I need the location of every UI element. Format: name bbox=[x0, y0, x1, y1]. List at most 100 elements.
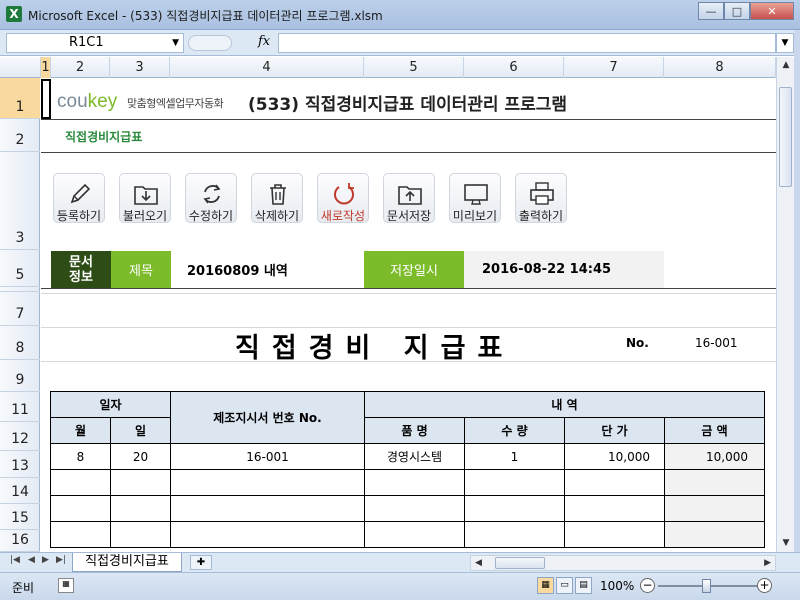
column-header[interactable]: 6 bbox=[464, 57, 564, 78]
row-header[interactable]: 14 bbox=[0, 478, 40, 504]
page-break-view-icon[interactable]: ▤ bbox=[575, 577, 592, 594]
vertical-scroll-thumb[interactable] bbox=[779, 87, 792, 187]
row-header[interactable]: 15 bbox=[0, 504, 40, 530]
empty-cell[interactable] bbox=[110, 495, 171, 522]
chevron-down-icon[interactable]: ▼ bbox=[172, 34, 179, 52]
column-header[interactable]: 1 bbox=[41, 57, 51, 78]
column-header[interactable]: 4 bbox=[170, 57, 364, 78]
close-button[interactable]: ✕ bbox=[750, 2, 794, 20]
zoom-level[interactable]: 100% bbox=[600, 579, 634, 593]
insert-function-icon[interactable]: fx bbox=[258, 34, 270, 49]
row-header[interactable]: 3 bbox=[0, 152, 40, 250]
first-sheet-icon[interactable]: |◀ bbox=[10, 555, 20, 565]
cell-amount[interactable]: 10,000 bbox=[664, 443, 765, 470]
row-header[interactable]: 13 bbox=[0, 451, 40, 478]
name-box[interactable]: R1C1 ▼ bbox=[6, 33, 184, 53]
vertical-scrollbar[interactable]: ▲ ▼ bbox=[776, 57, 794, 552]
header-detail: 내 역 bbox=[364, 391, 765, 418]
horizontal-scrollbar[interactable]: ◀ ▶ bbox=[470, 555, 776, 571]
folder-download-icon bbox=[134, 186, 158, 205]
row-header[interactable]: 11 bbox=[0, 392, 40, 422]
empty-cell[interactable] bbox=[364, 521, 465, 548]
empty-cell[interactable] bbox=[464, 469, 565, 496]
column-header[interactable]: 8 bbox=[664, 57, 776, 78]
scroll-right-icon[interactable]: ▶ bbox=[764, 556, 771, 570]
insert-sheet-icon[interactable]: ✚ bbox=[190, 555, 212, 570]
expand-formula-bar-icon[interactable]: ▼ bbox=[776, 33, 794, 53]
logo-text: cou bbox=[57, 91, 88, 112]
empty-cell[interactable] bbox=[564, 495, 665, 522]
empty-cell[interactable] bbox=[664, 495, 765, 522]
row-header[interactable]: 8 bbox=[0, 326, 40, 360]
empty-cell[interactable] bbox=[50, 521, 111, 548]
row-header[interactable]: 2 bbox=[0, 119, 40, 152]
scroll-up-icon[interactable]: ▲ bbox=[777, 57, 795, 74]
row-header[interactable]: 12 bbox=[0, 422, 40, 451]
minimize-button[interactable]: — bbox=[698, 2, 724, 20]
cell-qty[interactable]: 1 bbox=[464, 443, 565, 470]
empty-cell[interactable] bbox=[170, 495, 365, 522]
zoom-in-icon[interactable]: + bbox=[757, 578, 772, 593]
row-header[interactable]: 1 bbox=[0, 78, 40, 119]
table-row[interactable] bbox=[50, 469, 765, 496]
empty-cell[interactable] bbox=[170, 469, 365, 496]
formula-input[interactable] bbox=[278, 33, 776, 53]
normal-view-icon[interactable]: ▦ bbox=[537, 577, 554, 594]
cell-item[interactable]: 경영시스템 bbox=[364, 443, 465, 470]
document-title: 직접경비 지급표 bbox=[235, 333, 515, 364]
row-header[interactable]: 9 bbox=[0, 360, 40, 392]
empty-cell[interactable] bbox=[364, 469, 465, 496]
empty-cell[interactable] bbox=[464, 521, 565, 548]
select-all-corner[interactable] bbox=[0, 57, 41, 78]
active-cell[interactable] bbox=[41, 79, 51, 119]
empty-cell[interactable] bbox=[110, 469, 171, 496]
empty-cell[interactable] bbox=[364, 495, 465, 522]
preview-label: 미리보기 bbox=[452, 209, 498, 223]
page-layout-view-icon[interactable]: ▭ bbox=[556, 577, 573, 594]
next-sheet-icon[interactable]: ▶ bbox=[42, 555, 49, 565]
table-row[interactable] bbox=[50, 495, 765, 522]
prev-sheet-icon[interactable]: ◀ bbox=[28, 555, 35, 565]
cell-price[interactable]: 10,000 bbox=[564, 443, 665, 470]
empty-cell[interactable] bbox=[564, 469, 665, 496]
cell-month[interactable]: 8 bbox=[50, 443, 111, 470]
zoom-out-icon[interactable]: − bbox=[640, 578, 655, 593]
scroll-down-icon[interactable]: ▼ bbox=[777, 535, 795, 552]
empty-cell[interactable] bbox=[170, 521, 365, 548]
info-divider bbox=[41, 288, 776, 289]
maximize-button[interactable]: □ bbox=[724, 2, 750, 20]
table-row[interactable]: 8 20 16-001 경영시스템 1 10,000 10,000 bbox=[50, 443, 765, 470]
empty-cell[interactable] bbox=[110, 521, 171, 548]
empty-cell[interactable] bbox=[464, 495, 565, 522]
last-sheet-icon[interactable]: ▶| bbox=[56, 555, 66, 565]
column-header[interactable]: 2 bbox=[51, 57, 110, 78]
doc-info-label-line2: 정보 bbox=[69, 269, 93, 285]
empty-cell[interactable] bbox=[564, 521, 665, 548]
empty-cell[interactable] bbox=[50, 495, 111, 522]
column-header[interactable]: 7 bbox=[564, 57, 664, 78]
sheet-tab-bar: |◀ ◀ ▶ ▶| 직접경비지급표 ✚ ◀ ▶ bbox=[0, 552, 800, 572]
row-header[interactable]: 7 bbox=[0, 292, 40, 326]
scroll-left-icon[interactable]: ◀ bbox=[475, 556, 482, 570]
gridline bbox=[41, 293, 776, 294]
cell-day[interactable]: 20 bbox=[110, 443, 171, 470]
zoom-slider-thumb[interactable] bbox=[702, 579, 711, 593]
sheet-tab-active[interactable]: 직접경비지급표 bbox=[72, 553, 182, 572]
worksheet[interactable]: coukey 맞춤형엑셀업무자동화 (533) 직접경비지급표 데이터관리 프로… bbox=[41, 79, 776, 552]
cell-order-no[interactable]: 16-001 bbox=[170, 443, 365, 470]
empty-cell[interactable] bbox=[50, 469, 111, 496]
empty-cell[interactable] bbox=[664, 469, 765, 496]
column-header[interactable]: 3 bbox=[110, 57, 170, 78]
window-controls: — □ ✕ bbox=[698, 2, 794, 20]
table-row[interactable] bbox=[50, 521, 765, 548]
subject-label: 제목 bbox=[111, 251, 171, 288]
subject-value[interactable]: 20160809 내역 bbox=[171, 251, 364, 288]
horizontal-scroll-thumb[interactable] bbox=[495, 557, 545, 569]
empty-cell[interactable] bbox=[664, 521, 765, 548]
row-header[interactable]: 5 bbox=[0, 250, 40, 287]
macro-record-icon[interactable]: ▦ bbox=[58, 578, 74, 593]
formula-buttons[interactable] bbox=[188, 35, 232, 51]
section-divider bbox=[41, 152, 776, 153]
column-header[interactable]: 5 bbox=[364, 57, 464, 78]
row-header[interactable]: 16 bbox=[0, 530, 40, 552]
